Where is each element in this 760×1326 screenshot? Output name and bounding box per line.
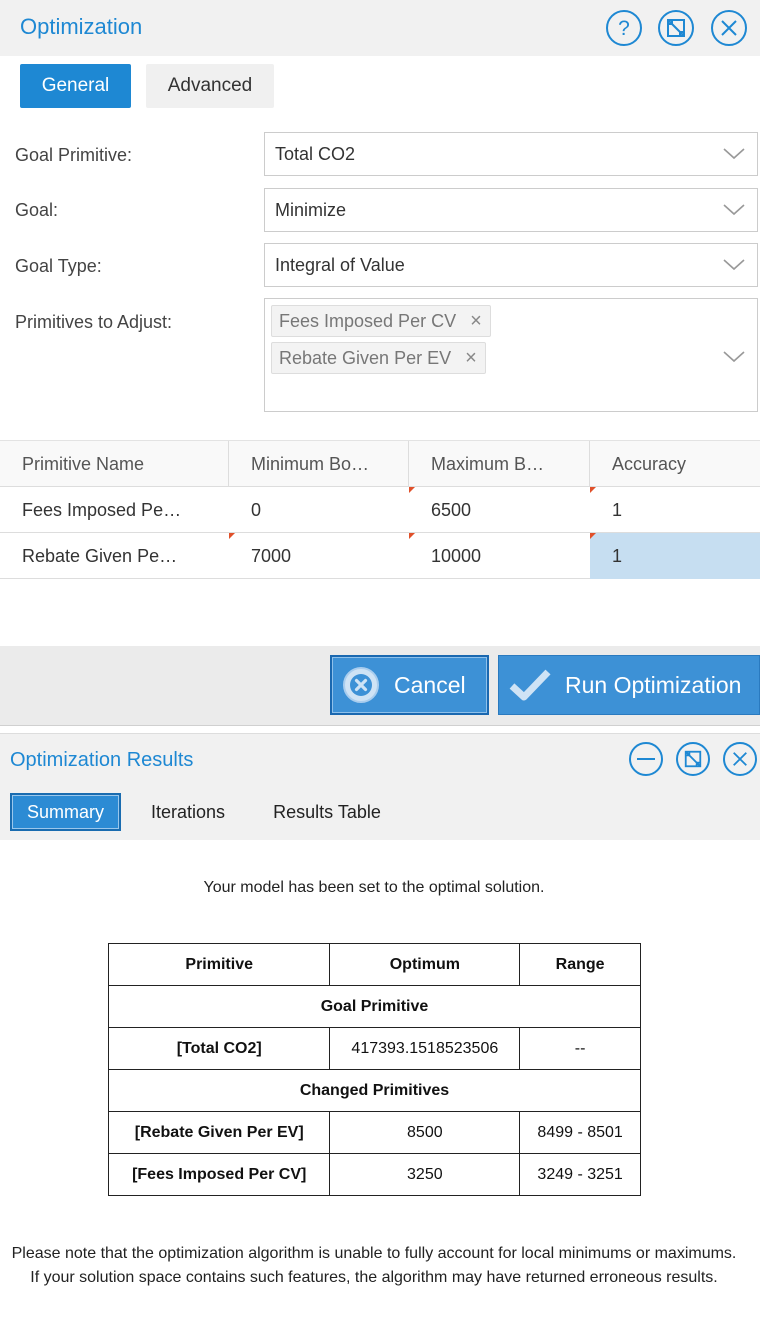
optimum-cell: 8500 [329,1111,521,1154]
table-row: Rebate Given Pe… 7000 10000 1 [0,533,760,579]
tab-advanced[interactable]: Advanced [146,64,274,108]
primitive-cell: [Fees Imposed Per CV] [107,1153,331,1196]
range-cell: 8499 - 8501 [519,1111,641,1154]
grid-cell[interactable]: 10000 [409,533,590,579]
chip-rebate-given: Rebate Given Per EV × [271,342,486,374]
results-title: Optimization Results [10,749,194,771]
chip-label: Rebate Given Per EV [279,347,452,368]
optimization-footer: Cancel Run Optimization [0,646,760,726]
table-header-row: Primitive Optimum Range [107,943,641,986]
run-optimization-label: Run Optimization [565,671,742,698]
optimization-title: Optimization [20,14,143,39]
svg-text:?: ? [618,17,630,39]
minimize-icon [637,758,655,760]
table-row: [Rebate Given Per EV] 8500 8499 - 8501 [107,1111,641,1154]
section-row: Changed Primitives [108,1069,641,1112]
maximize-icon [684,750,702,768]
results-disclaimer: Please note that the optimization algori… [11,1245,737,1286]
column-header: Optimum [329,943,521,986]
tab-general[interactable]: General [20,64,131,108]
bounds-grid: Primitive Name Minimum Bo… Maximum B… Ac… [0,440,760,647]
remove-chip-icon[interactable]: × [465,348,477,368]
primitive-cell: [Rebate Given Per EV] [107,1111,331,1154]
maximize-button[interactable] [676,742,710,776]
cancel-button[interactable]: Cancel [330,655,489,715]
remove-chip-icon[interactable]: × [470,311,482,331]
chevron-down-icon [723,259,745,271]
table-row: Fees Imposed Pe… 0 6500 1 [0,487,760,533]
close-icon [733,752,747,766]
section-row: Goal Primitive [108,985,641,1028]
grid-cell[interactable]: 1 [590,487,760,533]
grid-cell-selected[interactable]: 1 [590,533,760,579]
goal-type-label: Goal Type: [15,256,102,276]
tab-summary[interactable]: Summary [10,793,121,831]
goal-primitive-select[interactable]: Total CO2 [264,132,758,176]
minimize-button[interactable] [629,742,663,776]
goal-type-select[interactable]: Integral of Value [264,243,758,287]
grid-cell[interactable]: 0 [229,487,409,533]
table-row: [Total CO2] 417393.1518523506 -- [107,1027,641,1070]
grid-cell[interactable]: Fees Imposed Pe… [0,487,229,533]
chip-label: Fees Imposed Per CV [279,310,457,331]
chevron-down-icon [723,148,745,160]
column-header: Primitive [107,943,331,986]
chevron-down-icon [723,351,745,363]
primitives-to-adjust-label: Primitives to Adjust: [15,312,173,332]
primitive-cell: [Total CO2] [107,1027,331,1070]
help-button[interactable]: ? [606,10,642,46]
optimization-header: Optimization ? [0,0,760,56]
goal-primitive-label: Goal Primitive: [15,145,133,165]
tab-results-table[interactable]: Results Table [256,793,398,831]
maximize-button[interactable] [658,10,694,46]
column-header[interactable]: Primitive Name [0,441,229,487]
optimum-cell: 417393.1518523506 [329,1027,521,1070]
table-row: [Fees Imposed Per CV] 3250 3249 - 3251 [107,1153,641,1196]
maximize-icon [667,19,685,37]
cancel-label: Cancel [394,671,466,698]
edited-marker [409,487,415,493]
close-button[interactable] [723,742,757,776]
chip-fees-imposed: Fees Imposed Per CV × [271,305,491,337]
help-icon: ? [618,17,630,39]
checkmark-icon [509,668,551,702]
grid-cell[interactable]: 7000 [229,533,409,579]
grid-cell[interactable]: 6500 [409,487,590,533]
grid-header: Primitive Name Minimum Bo… Maximum B… Ac… [0,441,760,487]
goal-primitive-value: Total CO2 [275,143,356,164]
changed-primitives-section: Changed Primitives [108,1069,641,1112]
column-header[interactable]: Maximum B… [409,441,590,487]
run-optimization-button[interactable]: Run Optimization [498,655,760,715]
close-icon [721,20,737,36]
tab-iterations[interactable]: Iterations [132,793,244,831]
range-cell: -- [519,1027,641,1070]
grid-cell[interactable]: Rebate Given Pe… [0,533,229,579]
goal-label: Goal: [15,200,59,220]
chevron-down-icon [723,204,745,216]
edited-marker [229,533,235,539]
column-header: Range [519,943,641,986]
primitives-multiselect[interactable]: Fees Imposed Per CV × Rebate Given Per E… [264,298,758,412]
close-button[interactable] [711,10,747,46]
optimization-results-dialog: Optimization Results Summary Iterations … [0,733,760,1326]
cancel-icon [342,666,380,704]
results-summary-table: Primitive Optimum Range Goal Primitive [… [107,943,641,1196]
edited-marker [590,487,596,493]
range-cell: 3249 - 3251 [519,1153,641,1196]
results-message: Your model has been set to the optimal s… [203,879,545,896]
goal-primitive-section: Goal Primitive [108,985,641,1028]
column-header[interactable]: Minimum Bo… [229,441,409,487]
goal-select[interactable]: Minimize [264,188,758,232]
goal-type-value: Integral of Value [275,254,405,275]
column-header[interactable]: Accuracy [590,441,760,487]
edited-marker [590,533,596,539]
results-header: Optimization Results Summary Iterations … [0,734,760,840]
optimum-cell: 3250 [329,1153,521,1196]
optimization-dialog: Optimization ? General Advanced Goal Pri… [0,0,760,726]
edited-marker [409,533,415,539]
grid-empty-area [0,579,760,647]
goal-value: Minimize [275,199,347,220]
